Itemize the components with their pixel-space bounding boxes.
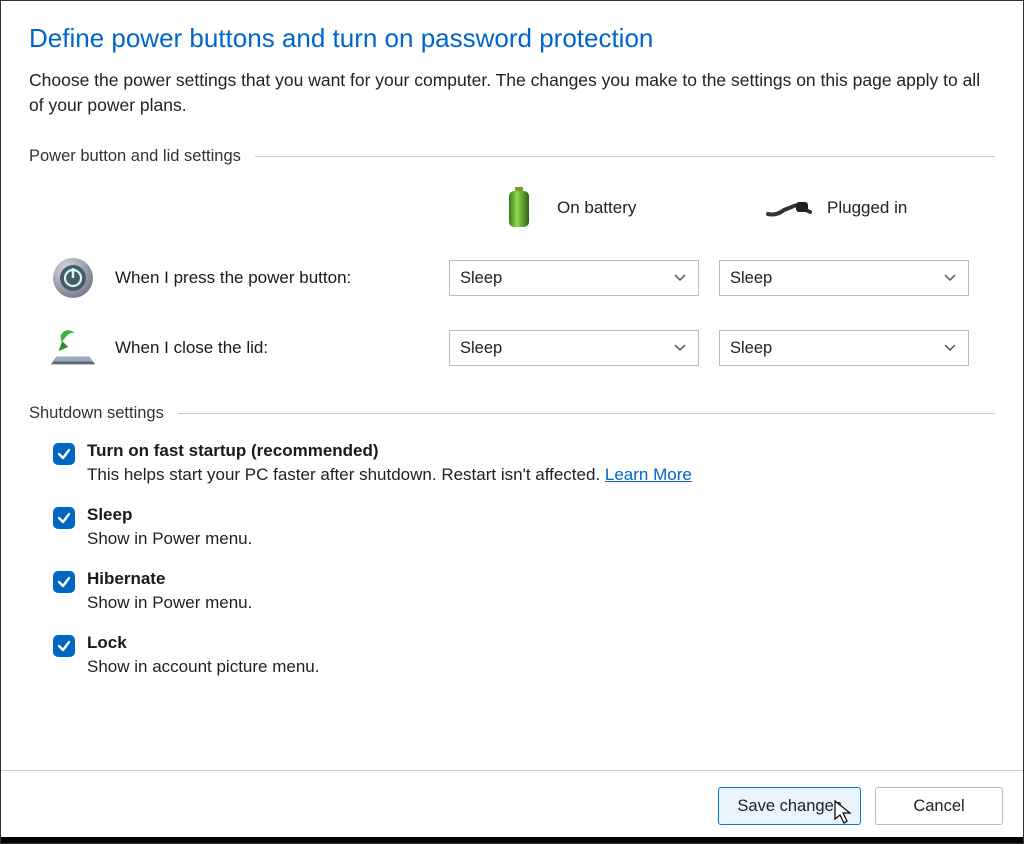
hibernate-title: Hibernate: [87, 569, 252, 589]
fast-startup-sub: This helps start your PC faster after sh…: [87, 465, 692, 485]
lock-title: Lock: [87, 633, 319, 653]
sleep-sub: Show in Power menu.: [87, 529, 252, 549]
fast-startup-title: Turn on fast startup (recommended): [87, 441, 692, 461]
close-lid-plugged-select[interactable]: Sleep: [719, 330, 969, 366]
plug-icon: [765, 184, 813, 232]
laptop-lid-icon: [49, 324, 97, 372]
shutdown-section-header: Shutdown settings: [29, 404, 995, 423]
power-button-icon: [49, 254, 97, 302]
sleep-checkbox[interactable]: [53, 507, 75, 529]
lock-checkbox[interactable]: [53, 635, 75, 657]
column-header-plugged: Plugged in: [719, 184, 989, 232]
page-description: Choose the power settings that you want …: [29, 68, 995, 119]
hibernate-sub: Show in Power menu.: [87, 593, 252, 613]
close-lid-row-label: When I close the lid:: [49, 324, 449, 372]
lock-sub: Show in account picture menu.: [87, 657, 319, 677]
column-header-battery: On battery: [449, 184, 719, 232]
save-changes-button[interactable]: Save changes: [718, 787, 861, 825]
learn-more-link[interactable]: Learn More: [605, 465, 692, 484]
fast-startup-checkbox[interactable]: [53, 443, 75, 465]
power-lid-section-title: Power button and lid settings: [29, 147, 241, 166]
page-title: Define power buttons and turn on passwor…: [29, 23, 995, 54]
shutdown-section-title: Shutdown settings: [29, 404, 164, 423]
cancel-button[interactable]: Cancel: [875, 787, 1003, 825]
bottom-edge: [1, 837, 1023, 843]
hibernate-checkbox[interactable]: [53, 571, 75, 593]
close-lid-battery-select[interactable]: Sleep: [449, 330, 699, 366]
power-button-plugged-select[interactable]: Sleep: [719, 260, 969, 296]
power-button-battery-select[interactable]: Sleep: [449, 260, 699, 296]
power-lid-section-header: Power button and lid settings: [29, 147, 995, 166]
battery-icon: [495, 184, 543, 232]
dialog-footer: Save changes Cancel: [1, 770, 1023, 843]
sleep-title: Sleep: [87, 505, 252, 525]
power-button-row-label: When I press the power button:: [49, 254, 449, 302]
